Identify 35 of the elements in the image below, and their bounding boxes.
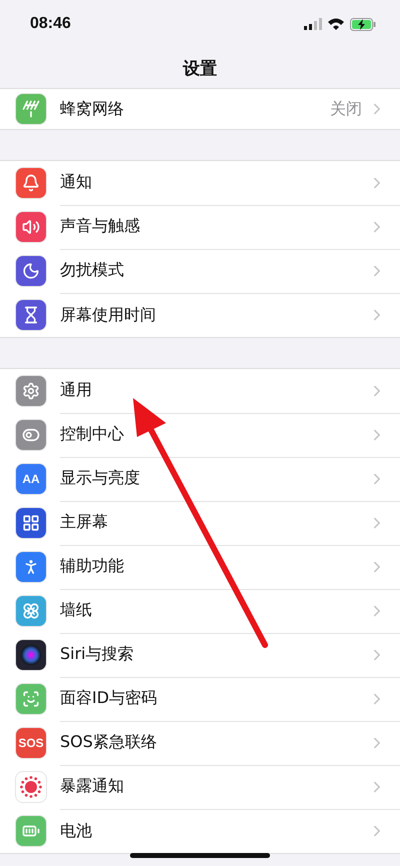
setting-value: 关闭 [330, 98, 362, 120]
icon-text: AA [22, 472, 40, 486]
settings-item[interactable]: 控制中心 [60, 424, 368, 445]
settings-item[interactable]: 通用 [60, 380, 368, 401]
bell-icon [22, 174, 40, 192]
moon-icon [22, 262, 40, 280]
toggle-icon [22, 426, 40, 444]
grid-icon [22, 514, 40, 532]
settings-item[interactable]: 主屏幕 [60, 512, 368, 533]
status-time: 08:46 [30, 15, 71, 33]
orb-icon [21, 645, 41, 665]
face-scan-icon [22, 690, 40, 708]
speaker-icon [22, 218, 40, 236]
settings-item[interactable]: 暴露通知 [60, 776, 368, 797]
settings-item[interactable]: 墙纸 [60, 600, 368, 621]
settings-item[interactable]: 屏幕使用时间 [60, 304, 368, 326]
settings-item[interactable]: 通知 [60, 172, 368, 193]
page-title: 设置 [183, 58, 217, 80]
settings-item[interactable]: 蜂窝网络 [60, 98, 330, 120]
settings-item[interactable]: 显示与亮度 [60, 468, 368, 489]
settings-item[interactable]: 面容ID与密码 [60, 688, 368, 709]
settings-item[interactable]: Siri与搜索 [60, 644, 368, 665]
settings-item[interactable]: 辅助功能 [60, 556, 368, 577]
settings-item[interactable]: SOS紧急联络 [60, 732, 368, 753]
settings-item[interactable]: 电池 [60, 820, 368, 842]
flower-icon [22, 602, 40, 620]
settings-item[interactable]: 声音与触感 [60, 216, 368, 237]
signal-icon [304, 18, 322, 30]
wifi-icon [328, 18, 344, 30]
antenna-icon [22, 100, 40, 118]
settings-item[interactable]: 勿扰模式 [60, 260, 368, 281]
settings-icon [22, 382, 40, 400]
battery-charging-icon [350, 18, 376, 30]
icon-text: SOS [18, 736, 44, 750]
hourglass-icon [22, 306, 40, 324]
